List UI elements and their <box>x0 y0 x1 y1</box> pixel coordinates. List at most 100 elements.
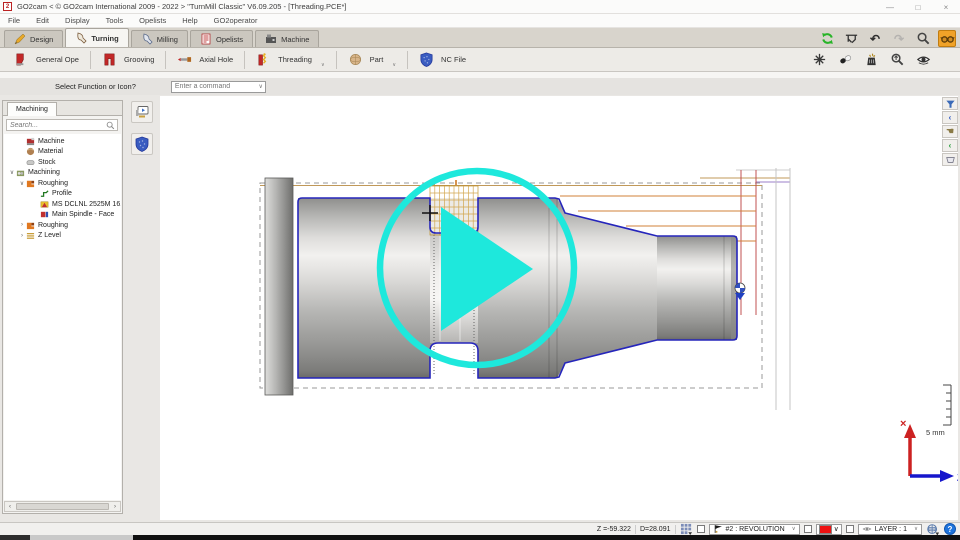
filter-button[interactable] <box>942 97 958 110</box>
ribbon-button-grooving[interactable]: Grooving <box>92 50 164 70</box>
tree-item-main-spindle-face[interactable]: Main Spindle - Face <box>4 210 121 221</box>
measure-button[interactable] <box>842 30 860 47</box>
tree-item-label: Machine <box>38 138 64 145</box>
close-button[interactable]: × <box>932 0 960 14</box>
hand-pick-button[interactable]: ☚ <box>942 125 958 138</box>
turning-tool-icon <box>75 32 87 44</box>
minimize-button[interactable]: — <box>876 0 904 14</box>
ribbon-button-label: NC File <box>441 55 466 64</box>
globe-button[interactable] <box>926 524 940 535</box>
grid-checkbox[interactable] <box>697 525 705 533</box>
scrollbar-thumb[interactable] <box>16 503 109 510</box>
view-toolbar-top: ↶ ↷ <box>818 30 956 47</box>
tab-milling[interactable]: Milling <box>131 30 188 47</box>
chevron-down-icon: ∨ <box>914 526 918 532</box>
layer-combobox[interactable]: LAYER : 1 ∨ <box>858 524 922 535</box>
expander-icon[interactable]: ∨ <box>8 169 16 176</box>
menu-tools[interactable]: Tools <box>98 14 132 27</box>
regenerate-button[interactable] <box>818 30 836 47</box>
ribbon-button-nc-file[interactable]: NC File <box>409 50 476 70</box>
zoom-button[interactable] <box>914 30 932 47</box>
separator <box>675 525 676 534</box>
chevron-down-icon: ∨ <box>792 526 796 532</box>
command-combobox[interactable]: ∨ <box>171 81 266 93</box>
menu-display[interactable]: Display <box>57 14 98 27</box>
scroll-left-arrow[interactable]: ‹ <box>5 504 15 510</box>
tree-item-profile[interactable]: Profile <box>4 189 121 200</box>
expander-icon[interactable]: ∨ <box>18 180 26 187</box>
search-input[interactable] <box>7 122 106 129</box>
ribbon-button-label: Part <box>370 55 384 64</box>
status-bar: Z =-59.322 D=28.091 #2 : REVOLUTION ∨ ∨ … <box>0 522 960 535</box>
scroll-right-arrow[interactable]: › <box>110 504 120 510</box>
viewport-canvas[interactable]: 5 mm × Z <box>160 96 958 520</box>
maximize-button[interactable]: □ <box>904 0 932 14</box>
tree-item-roughing-1[interactable]: ∨ Roughing <box>4 178 121 189</box>
dynamic-view-button[interactable] <box>914 51 932 68</box>
profile-icon <box>40 189 49 198</box>
scale-ruler <box>943 385 951 425</box>
redo-button[interactable]: ↷ <box>890 30 908 47</box>
grid-toggle-button[interactable] <box>680 524 693 535</box>
collapse-green-button[interactable]: ‹ <box>942 139 958 152</box>
tab-label: Opelists <box>216 35 243 44</box>
tab-design[interactable]: Design <box>4 30 63 47</box>
tree-search-box[interactable] <box>6 119 118 131</box>
layer-checkbox[interactable] <box>846 525 854 533</box>
tree-horizontal-scrollbar[interactable]: ‹ › <box>4 501 121 512</box>
ribbon-button-part[interactable]: Part ∨ <box>338 50 406 70</box>
eraser-pill-icon <box>838 52 853 67</box>
tab-opelists[interactable]: Opelists <box>190 30 253 47</box>
erase-button[interactable] <box>836 51 854 68</box>
undo-button[interactable]: ↶ <box>866 30 884 47</box>
ribbon-button-general-ope[interactable]: General Ope <box>4 50 89 70</box>
command-input[interactable] <box>172 83 252 90</box>
expander-icon[interactable]: › <box>18 222 26 228</box>
protection-button[interactable] <box>131 133 153 155</box>
workplane-checkbox[interactable] <box>804 525 812 533</box>
tab-machine[interactable]: Machine <box>255 30 319 47</box>
tree-item-label: Profile <box>52 190 72 197</box>
menu-file[interactable]: File <box>0 14 28 27</box>
tree-item-label: Material <box>38 148 63 155</box>
menu-go2operator[interactable]: GO2operator <box>206 14 266 27</box>
tree-item-label: Roughing <box>38 180 68 187</box>
tool-settings-button[interactable] <box>810 51 828 68</box>
tab-turning[interactable]: Turning <box>65 28 128 47</box>
help-button[interactable]: ? <box>944 523 956 535</box>
tab-label: Turning <box>91 34 118 43</box>
tray-button[interactable] <box>942 153 958 166</box>
menu-help[interactable]: Help <box>174 14 205 27</box>
ribbon-button-axial-hole[interactable]: Axial Hole <box>167 50 243 70</box>
color-picker[interactable]: ∨ <box>816 524 842 535</box>
general-ope-icon <box>14 52 29 67</box>
tree-item-machine[interactable]: Machine <box>4 136 121 147</box>
menu-edit[interactable]: Edit <box>28 14 57 27</box>
machine-icon <box>265 33 277 45</box>
tree-item-tool-insert[interactable]: MS DCLNL 2525M 16.T00 <box>4 199 121 210</box>
tree-item-material[interactable]: Material <box>4 147 121 158</box>
eye-icon <box>916 52 931 67</box>
ribbon-button-threading[interactable]: Threading ∨ <box>246 50 334 70</box>
globe-icon <box>926 523 940 536</box>
zoom-extents-button[interactable] <box>888 51 906 68</box>
tree-item-z-level[interactable]: › Z Level <box>4 231 121 242</box>
tab-machining-panel[interactable]: Machining <box>7 102 57 116</box>
collapse-blue-button[interactable]: ‹ <box>942 111 958 124</box>
tab-label: Milling <box>157 35 178 44</box>
tree-item-roughing-2[interactable]: › Roughing <box>4 220 121 231</box>
expander-icon[interactable]: › <box>18 233 26 239</box>
menu-opelists[interactable]: Opelists <box>131 14 174 27</box>
caliper-icon <box>844 31 859 46</box>
tool-insert-icon <box>40 200 49 209</box>
tree-item-machining[interactable]: ∨ Machining <box>4 168 121 179</box>
simulation-button[interactable] <box>131 101 153 123</box>
view-glasses-button[interactable] <box>938 30 956 47</box>
sweep-bucket-icon <box>864 52 879 67</box>
tree-item-label: Main Spindle - Face <box>52 211 114 218</box>
workplane-combobox[interactable]: #2 : REVOLUTION ∨ <box>709 524 800 535</box>
roughing-icon <box>26 179 35 188</box>
spindle-face-icon <box>40 210 49 219</box>
clean-regenerate-button[interactable] <box>862 51 880 68</box>
tree-item-stock[interactable]: Stock <box>4 157 121 168</box>
